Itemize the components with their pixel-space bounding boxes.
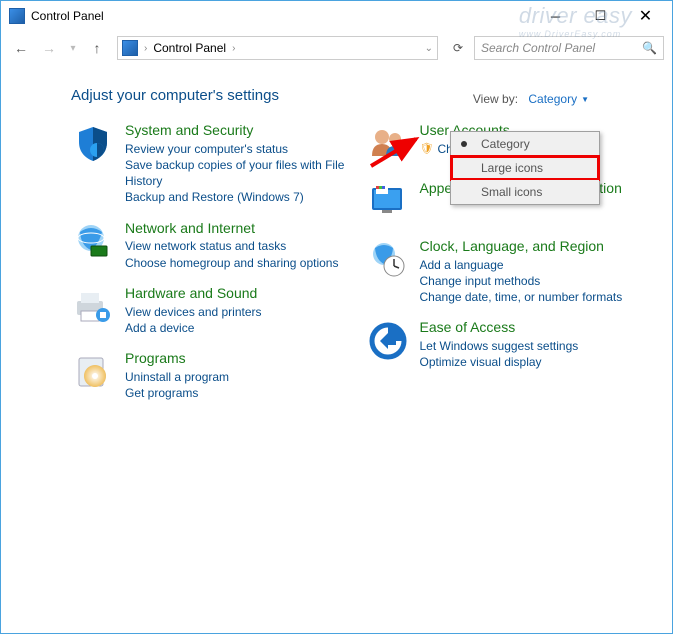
category-title[interactable]: System and Security [125, 122, 354, 139]
category-clock-language: Clock, Language, and Region Add a langua… [366, 238, 649, 305]
category-link[interactable]: Add a language [420, 257, 623, 273]
minimize-button[interactable]: ─ [533, 2, 578, 30]
category-system-security: System and Security Review your computer… [71, 122, 354, 206]
shield-icon [71, 122, 115, 166]
viewby-button[interactable]: Category ▼ [521, 89, 596, 109]
category-link[interactable]: Save backup copies of your files with Fi… [125, 157, 354, 189]
viewby-option-large-icons[interactable]: Large icons [451, 156, 599, 180]
control-panel-icon [122, 40, 138, 56]
category-hardware-sound: Hardware and Sound View devices and prin… [71, 285, 354, 336]
up-button[interactable]: ↑ [85, 36, 109, 60]
address-bar[interactable]: › Control Panel › ⌄ [117, 36, 438, 60]
close-button[interactable]: ✕ [623, 2, 668, 30]
history-dropdown[interactable]: ▾ [65, 36, 81, 60]
globe-icon [71, 220, 115, 264]
category-link[interactable]: Backup and Restore (Windows 7) [125, 189, 354, 205]
breadcrumb-root[interactable]: Control Panel [153, 41, 226, 55]
category-link[interactable]: Review your computer's status [125, 141, 354, 157]
back-button[interactable]: ← [9, 36, 33, 60]
category-link[interactable]: View network status and tasks [125, 238, 338, 254]
content: Adjust your computer's settings View by:… [1, 65, 672, 401]
category-link[interactable]: Change input methods [420, 273, 623, 289]
category-link[interactable]: Get programs [125, 385, 229, 401]
titlebar: Control Panel ─ ☐ ✕ [1, 1, 672, 31]
forward-button[interactable]: → [37, 36, 61, 60]
chevron-right-icon: › [232, 43, 235, 54]
category-link[interactable]: Uninstall a program [125, 369, 229, 385]
category-link[interactable]: Let Windows suggest settings [420, 338, 579, 354]
search-placeholder: Search Control Panel [481, 41, 595, 55]
category-link[interactable]: View devices and printers [125, 304, 262, 320]
category-title[interactable]: Hardware and Sound [125, 285, 262, 302]
disc-icon [71, 350, 115, 394]
address-dropdown[interactable]: ⌄ [425, 43, 433, 54]
ease-of-access-icon [366, 319, 410, 363]
viewby-option-small-icons[interactable]: Small icons [451, 180, 599, 204]
category-programs: Programs Uninstall a program Get program… [71, 350, 354, 401]
search-icon: 🔍 [642, 41, 657, 55]
category-link[interactable]: Optimize visual display [420, 354, 579, 370]
annotation-arrow [366, 131, 426, 171]
maximize-button[interactable]: ☐ [578, 2, 623, 30]
search-input[interactable]: Search Control Panel 🔍 [474, 36, 664, 60]
category-link[interactable]: Choose homegroup and sharing options [125, 255, 338, 271]
window-title: Control Panel [31, 9, 104, 23]
viewby-control: View by: Category ▼ Category Large icons… [473, 89, 596, 109]
category-column-left: System and Security Review your computer… [71, 122, 354, 401]
viewby-option-category[interactable]: Category [451, 132, 599, 156]
clock-globe-icon [366, 238, 410, 282]
category-network-internet: Network and Internet View network status… [71, 220, 354, 271]
navbar: ← → ▾ ↑ › Control Panel › ⌄ ⟳ Search Con… [1, 31, 672, 65]
monitor-icon [366, 180, 410, 224]
category-title[interactable]: Clock, Language, and Region [420, 238, 623, 255]
printer-icon [71, 285, 115, 329]
viewby-dropdown: Category Large icons Small icons [450, 131, 600, 205]
category-link[interactable]: Add a device [125, 320, 262, 336]
category-title[interactable]: Ease of Access [420, 319, 579, 336]
category-title[interactable]: Network and Internet [125, 220, 338, 237]
category-ease-of-access: Ease of Access Let Windows suggest setti… [366, 319, 649, 370]
chevron-down-icon: ▼ [581, 95, 589, 104]
refresh-button[interactable]: ⟳ [446, 36, 470, 60]
category-title[interactable]: Programs [125, 350, 229, 367]
control-panel-icon [9, 8, 25, 24]
chevron-right-icon: › [144, 43, 147, 54]
category-link[interactable]: Change date, time, or number formats [420, 289, 623, 305]
viewby-label: View by: [473, 92, 518, 106]
